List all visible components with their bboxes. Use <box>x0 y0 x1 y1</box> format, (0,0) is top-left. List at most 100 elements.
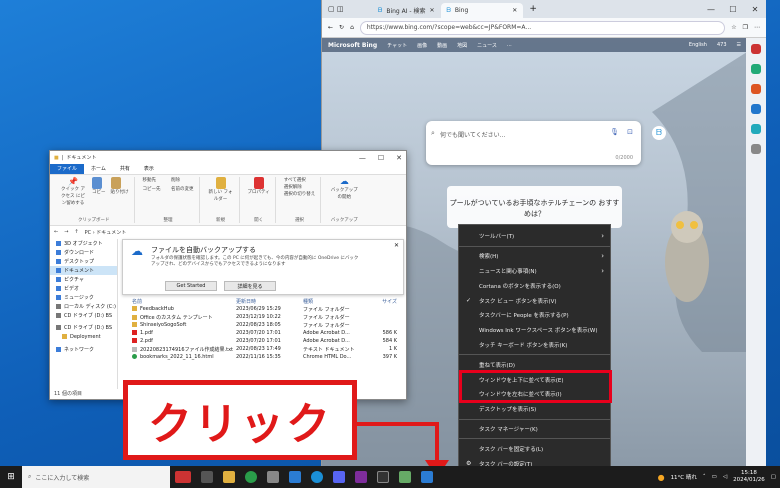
tree-item-documents[interactable]: ドキュメント <box>50 266 117 275</box>
microphone-icon[interactable]: 🎙 <box>610 128 619 136</box>
table-row[interactable]: 2.pdf 2023/07/20 17:01 Adobe Acrobat D... 5… <box>120 337 406 345</box>
app-icon-2[interactable] <box>377 471 389 483</box>
discord-icon[interactable] <box>333 471 345 483</box>
back-icon[interactable]: ← <box>54 229 58 235</box>
outlook-icon[interactable] <box>751 104 761 114</box>
menu-item[interactable]: Windows Ink ワークスペース ボタンを表示(W) <box>459 323 610 338</box>
delete-button[interactable]: 削除 <box>171 177 194 184</box>
start-backup-button[interactable]: ☁ バックアップ の開始 <box>329 177 359 201</box>
nav-lang[interactable]: English <box>689 42 707 48</box>
menu-item[interactable]: ニュースと関心事項(N) › <box>459 264 610 279</box>
nav-news[interactable]: ニュース <box>477 42 497 49</box>
url-field[interactable]: https://www.bing.com/?scope=web&cc=JP&FO… <box>359 20 726 35</box>
table-row[interactable]: ShinseiyoSogoSoft 2022/08/23 18:05 ファイル フォ… <box>120 321 406 329</box>
back-icon[interactable]: ← <box>328 24 333 31</box>
properties-button[interactable]: プロパティ <box>248 177 270 196</box>
table-row[interactable]: bookmarks_2022_11_16.html 2022/11/16 15:3… <box>120 353 406 361</box>
tree-item-music[interactable]: ミュージック <box>50 293 117 302</box>
more-icon[interactable]: ⋯ <box>754 24 760 31</box>
table-row[interactable]: 20220823174916ファイル作成結果.txt 2022/08/23 17:… <box>120 345 406 353</box>
tab-file[interactable]: ファイル <box>50 164 85 174</box>
edge-tab-bing[interactable]: ᗷ Bing ✕ <box>440 3 524 18</box>
menu-item[interactable]: タッチ キーボード ボタンを表示(K) <box>459 338 610 353</box>
edge-icon[interactable] <box>311 471 323 483</box>
tree-item-downloads[interactable]: ダウンロード <box>50 248 117 257</box>
close-icon[interactable]: ✕ <box>430 7 435 14</box>
bing-search-box[interactable]: 何でも聞いてください... ⌕ 🎙 ⊡ 0/2000 <box>426 121 641 165</box>
select-none-button[interactable]: 選択解除 <box>284 184 316 191</box>
windows-start-icon[interactable]: ⊞ <box>0 466 22 488</box>
column-type[interactable]: 種類 <box>303 298 357 305</box>
menu-item[interactable]: タスク マネージャー(K) <box>459 422 610 437</box>
close-button[interactable]: ✕ <box>744 0 766 18</box>
column-name[interactable]: 名前 <box>120 298 236 305</box>
column-date[interactable]: 更新日時 <box>236 298 303 305</box>
volume-icon[interactable]: ◁ <box>723 474 727 480</box>
weather-text[interactable]: 11°C 晴れ <box>671 473 697 481</box>
close-icon[interactable]: ✕ <box>394 242 399 249</box>
tree-item-3d[interactable]: 3D オブジェクト <box>50 239 117 248</box>
onenote-icon[interactable] <box>355 471 367 483</box>
menu-item[interactable]: ツールバー(T) › <box>459 229 610 244</box>
tree-item-pictures[interactable]: ピクチャ <box>50 275 117 284</box>
taskbar-search[interactable]: ⌕ ここに入力して検索 <box>22 466 170 488</box>
tree-item-cd-drive[interactable]: CD ドライブ (D:) BS <box>50 311 117 320</box>
refresh-icon[interactable]: ↻ <box>339 24 344 31</box>
menu-icon[interactable]: ☰ <box>737 42 741 48</box>
learn-more-button[interactable]: 詳細を見る <box>224 281 276 291</box>
table-row[interactable]: Office のカスタム テンプレート 2023/12/19 10:22 ファイル … <box>120 313 406 321</box>
office-icon[interactable] <box>751 84 761 94</box>
home-icon[interactable]: ⌂ <box>350 24 354 31</box>
suggestion-carousel[interactable]: プールがついているお手頃なホテルチェーンの おすすめは？ <box>447 186 622 228</box>
rename-button[interactable]: 名前の変更 <box>171 186 194 193</box>
nav-images[interactable]: 画像 <box>417 42 427 49</box>
pin-quick-access-button[interactable]: 📌 クイック アクセス にピン留めする <box>59 177 87 207</box>
tray-chevron-icon[interactable]: ˄ <box>703 474 706 480</box>
forward-icon[interactable]: → <box>64 229 68 235</box>
copy-to-button[interactable]: コピー先 <box>143 186 166 193</box>
favorites-icon[interactable]: ☆ <box>731 24 736 31</box>
app-icon[interactable] <box>267 471 279 483</box>
copy-button[interactable]: コピー <box>92 177 106 207</box>
table-row[interactable]: 1.pdf 2023/07/20 17:01 Adobe Acrobat D... 5… <box>120 329 406 337</box>
maximize-button[interactable]: ☐ <box>722 0 744 18</box>
menu-item[interactable]: デスクトップを表示(S) <box>459 402 610 417</box>
bing-chat-icon[interactable]: ᗷ <box>652 126 666 140</box>
network-icon[interactable]: ▭ <box>712 474 717 480</box>
file-explorer-icon[interactable] <box>223 471 235 483</box>
clock[interactable]: 15:18 2024/01/26 <box>733 470 765 484</box>
get-started-button[interactable]: Get Started <box>165 281 217 291</box>
nav-more[interactable]: ... <box>507 42 512 48</box>
chrome-icon[interactable] <box>245 471 257 483</box>
tree-item-network[interactable]: ネットワーク <box>50 345 117 354</box>
edge-tab-bing-ai[interactable]: ᗷ Bing AI - 検索 ✕ <box>372 3 441 18</box>
menu-item[interactable]: タスク バーを固定する(L) <box>459 441 610 456</box>
tree-item-local-disk[interactable]: ローカル ディスク (C:) <box>50 302 117 311</box>
tab-view[interactable]: 表示 <box>137 164 161 174</box>
invert-selection-button[interactable]: 選択の切り替え <box>284 191 316 198</box>
minimize-button[interactable]: — <box>700 0 722 18</box>
notification-icon[interactable]: ▢ <box>771 474 776 480</box>
tree-item-desktop[interactable]: デスクトップ <box>50 257 117 266</box>
menu-item[interactable]: Cortana のボタンを表示する(O) <box>459 278 610 293</box>
tree-item-cd-drive-2[interactable]: CD ドライブ (D:) BS <box>50 323 117 332</box>
nav-videos[interactable]: 動画 <box>437 42 447 49</box>
tab-share[interactable]: 共有 <box>113 164 137 174</box>
add-icon[interactable] <box>751 144 761 154</box>
select-all-button[interactable]: すべて選択 <box>284 177 316 184</box>
close-icon[interactable]: ✕ <box>512 7 517 14</box>
move-to-button[interactable]: 移動先 <box>143 177 166 184</box>
tab-home[interactable]: ホーム <box>84 164 113 174</box>
minimize-button[interactable]: — <box>359 154 366 162</box>
visual-search-icon[interactable]: ⊡ <box>627 128 633 136</box>
menu-item[interactable]: 検索(H) › <box>459 249 610 264</box>
menu-item[interactable]: ✓ タスク ビュー ボタンを表示(V) <box>459 293 610 308</box>
maximize-button[interactable]: ☐ <box>378 154 384 162</box>
collections-icon[interactable]: ❐ <box>743 24 748 31</box>
word-icon-2[interactable] <box>421 471 433 483</box>
edge-tab-actions[interactable]: ▢ ◫ <box>322 5 372 13</box>
nav-maps[interactable]: 地図 <box>457 42 467 49</box>
tree-item-videos[interactable]: ビデオ <box>50 284 117 293</box>
paste-button[interactable]: 貼り付け <box>110 177 129 207</box>
drop-icon[interactable] <box>751 124 761 134</box>
